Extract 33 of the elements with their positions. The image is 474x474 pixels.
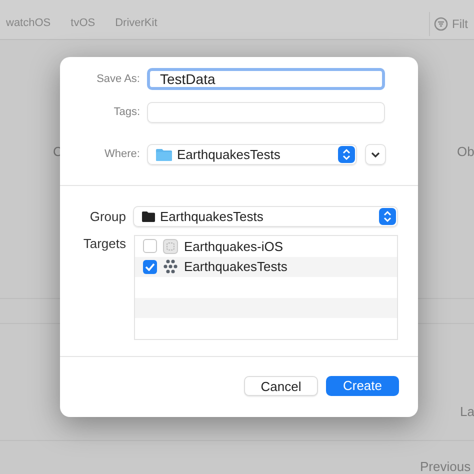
- filter-placeholder: Filt: [452, 16, 468, 32]
- filter-icon: [434, 16, 448, 30]
- cancel-button[interactable]: Cancel: [244, 376, 318, 396]
- checkmark-icon: [145, 262, 155, 271]
- field-label: Where:: [104, 147, 140, 162]
- app-icon: [163, 238, 178, 254]
- folder-icon: [156, 148, 172, 161]
- target-name: EarthquakesTests: [184, 258, 288, 276]
- field-label: Tags:: [112, 105, 140, 120]
- checkbox[interactable]: [143, 239, 157, 254]
- field-label: Save As:: [96, 72, 140, 87]
- field-label: Targets: [82, 235, 126, 253]
- create-button[interactable]: Create: [326, 376, 399, 396]
- folder-icon: [142, 211, 155, 222]
- group-popup[interactable]: EarthquakesTests: [133, 206, 398, 227]
- stepper-icon: [379, 208, 396, 225]
- stepper-icon: [338, 146, 355, 163]
- name-field[interactable]: TestData: [147, 68, 385, 90]
- location-popup[interactable]: EarthquakesTests: [147, 144, 357, 165]
- label-text: Ob: [457, 143, 474, 161]
- field-label: Group: [88, 208, 126, 226]
- checkbox[interactable]: [143, 260, 157, 274]
- chevron-down-icon: [371, 152, 380, 158]
- target-name: Earthquakes-iOS: [184, 238, 283, 256]
- label-text: Previous: [420, 458, 471, 474]
- tab[interactable]: tvOS: [70, 15, 96, 32]
- tab[interactable]: DriverKit: [115, 15, 158, 32]
- label-text: La: [460, 403, 474, 421]
- tags-field[interactable]: [147, 102, 385, 123]
- dots-icon: [163, 259, 178, 274]
- expand-button[interactable]: [365, 144, 386, 165]
- filter-field[interactable]: Filt: [429, 12, 468, 36]
- tab[interactable]: watchOS: [6, 15, 51, 32]
